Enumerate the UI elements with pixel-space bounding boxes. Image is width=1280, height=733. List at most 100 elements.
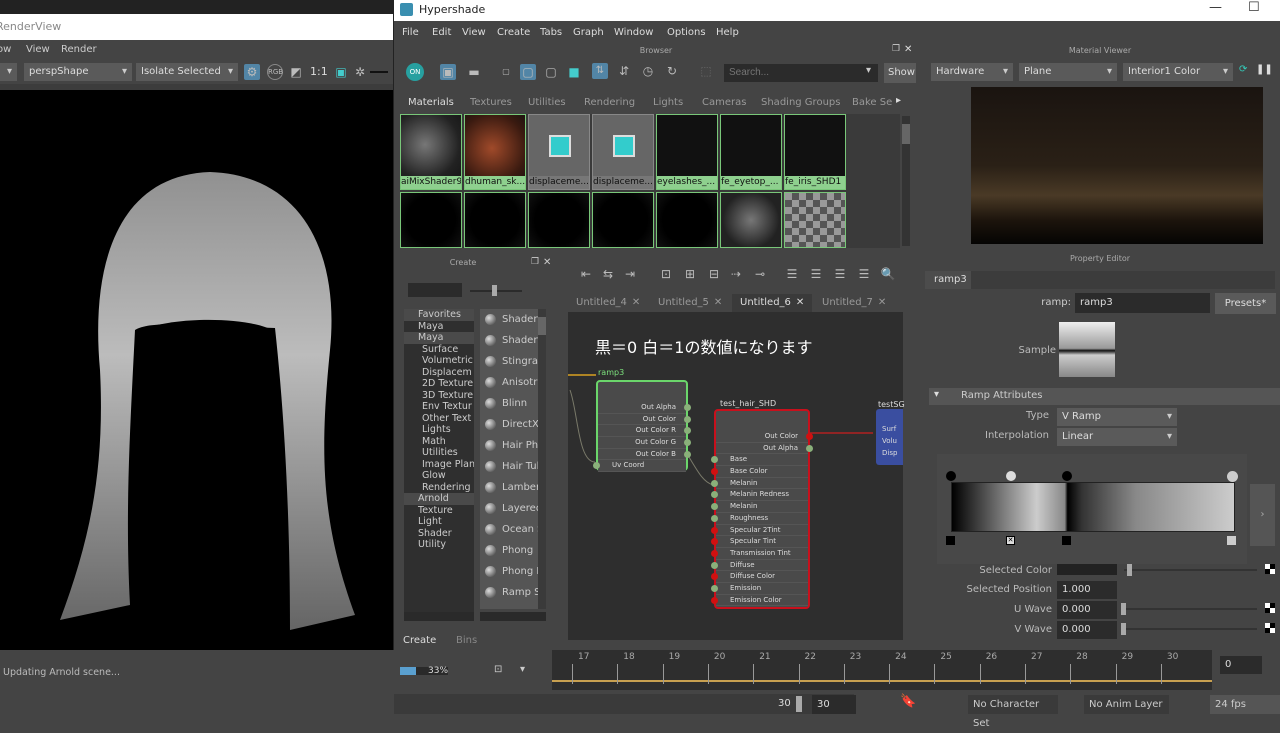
create-node-item[interactable]: Phong (480, 540, 538, 561)
hair-shader-node[interactable]: Out Color Out Alpha Base Base Color Melanin M… (711, 409, 813, 609)
ramp-editor[interactable]: ✕ (937, 454, 1247, 564)
node-port[interactable]: Out Color (598, 413, 691, 426)
refresh-icon[interactable]: ✲ (352, 64, 368, 80)
node-port[interactable]: Melanin (711, 477, 808, 490)
node-port[interactable]: Out Color B (598, 448, 691, 461)
tree-hscroll[interactable] (404, 612, 474, 621)
tab-ramp3[interactable]: ramp3 (925, 271, 971, 289)
renderer-dropdown[interactable]: Hardware (931, 63, 1013, 81)
port-connector[interactable] (684, 450, 691, 458)
tree-item-displacem[interactable]: Displacem (404, 367, 474, 379)
cancel-render-icon[interactable]: ⊡ (494, 664, 502, 675)
range-slider[interactable]: 30 (394, 694, 854, 714)
menu-view[interactable]: View (462, 27, 486, 38)
node-port[interactable]: Transmission Tint (711, 547, 808, 560)
tree-item-surface[interactable]: Surface (404, 344, 474, 356)
node-port[interactable]: Uv Coord (593, 460, 686, 473)
selected-color-swatch[interactable] (1057, 564, 1117, 575)
ramp-gradient[interactable] (951, 482, 1235, 532)
material-swatch[interactable] (784, 192, 846, 248)
tree-item-shader[interactable]: Shader (404, 528, 474, 540)
anim-layer-field[interactable]: No Anim Layer (1084, 695, 1169, 714)
tab-bake-se[interactable]: Bake Se (852, 94, 892, 112)
menu-render[interactable]: Render (61, 44, 97, 55)
tree-item-env-textur[interactable]: Env Textur (404, 401, 474, 413)
node-port[interactable]: Diffuse Color (711, 571, 808, 583)
camera-dropdown[interactable]: perspShape (24, 63, 132, 81)
close-icon[interactable]: ✕ (904, 44, 912, 55)
node-port[interactable]: Specular Tint (711, 536, 808, 548)
node-port[interactable]: Melanin Redness (711, 489, 808, 502)
tree-item-maya[interactable]: Maya (404, 321, 474, 333)
presets-button[interactable]: Presets* (1215, 293, 1276, 314)
menu-window[interactable]: ow (0, 44, 11, 55)
xlarge-icon[interactable]: ■ (566, 64, 582, 80)
menu-edit[interactable]: Edit (432, 27, 451, 38)
close-tab-icon[interactable]: ✕ (632, 297, 640, 308)
search-dropdown-icon[interactable]: ▾ (866, 65, 871, 76)
node-port[interactable]: Out Color R (598, 425, 691, 438)
ramp-delete-box[interactable] (946, 536, 955, 545)
tree-item-utility[interactable]: Utility (404, 539, 474, 551)
port-connector[interactable] (711, 561, 718, 569)
tab-create[interactable]: Create (403, 635, 436, 646)
port-connector[interactable] (711, 456, 718, 464)
port-connector[interactable] (711, 526, 718, 534)
range-handle[interactable] (796, 696, 802, 712)
menu-create[interactable]: Create (497, 27, 530, 38)
simple-mode-icon[interactable]: ☰ (784, 266, 800, 282)
tree-item-light[interactable]: Light (404, 516, 474, 528)
remove-selected-icon[interactable]: ⊟ (706, 266, 722, 282)
float-icon[interactable]: ❐ (892, 44, 900, 54)
time-slider[interactable]: 17 18 19 20 21 22 23 24 25 26 27 28 29 30 (552, 650, 1212, 690)
menu-view[interactable]: View (26, 44, 50, 55)
type-dropdown[interactable]: V Ramp (1057, 408, 1177, 426)
refresh-icon[interactable]: ⟳ (1239, 64, 1247, 75)
selected-position-field[interactable]: 1.000 (1057, 581, 1117, 599)
bookmark-icon[interactable]: 🔖 (900, 694, 916, 709)
input-connections-icon[interactable]: ⇤ (578, 266, 594, 282)
layer-dropdown[interactable] (0, 63, 17, 81)
tab-utilities[interactable]: Utilities (528, 94, 566, 112)
graph-canvas[interactable]: 黒＝0 白＝1の数値になります ramp3 Out Alpha Out Color… (568, 312, 905, 640)
layout-icon[interactable]: ⇢ (728, 266, 744, 282)
material-swatch[interactable]: fe_iris_SHD1 (784, 114, 846, 190)
tab-untitled_7[interactable]: Untitled_7 ✕ (814, 294, 894, 312)
checker-icon[interactable]: ◩ (288, 64, 304, 80)
current-frame-field[interactable]: 0 (1220, 656, 1262, 674)
shading-group-node[interactable]: Surf Volu Disp (876, 409, 903, 465)
tree-item-other-text[interactable]: Other Text (404, 413, 474, 425)
menu-tabs[interactable]: Tabs (540, 27, 562, 38)
node-port[interactable]: Out Alpha (716, 442, 813, 455)
material-swatch[interactable] (656, 192, 718, 248)
menu-options[interactable]: Options (667, 27, 706, 38)
create-node-item[interactable]: Anisotr (480, 372, 538, 393)
frame-icon[interactable]: ▣ (333, 64, 349, 80)
character-set-field[interactable]: No Character Set (968, 695, 1058, 729)
pin-icon[interactable]: ⊸ (752, 266, 768, 282)
ramp-name-field[interactable]: ramp3 (1075, 293, 1210, 313)
filter-icon[interactable]: ⬚ (698, 63, 714, 79)
expand-icon[interactable]: ▾ (520, 664, 525, 675)
material-swatch[interactable] (592, 192, 654, 248)
create-node-item[interactable]: Layered (480, 498, 538, 519)
tree-item-volumetric[interactable]: Volumetric (404, 355, 474, 367)
port-connector[interactable] (684, 439, 691, 447)
render-settings-icon[interactable]: ⚙ (244, 64, 260, 80)
tree-item-image-plan[interactable]: Image Plan (404, 459, 474, 471)
ramp-handle[interactable] (946, 471, 956, 481)
pause-icon[interactable]: ❚❚ (1256, 64, 1273, 75)
geometry-dropdown[interactable]: Plane (1019, 63, 1117, 81)
ramp-handle[interactable] (1006, 471, 1016, 481)
tab-rendering[interactable]: Rendering (584, 94, 635, 112)
create-node-item[interactable]: Ramp S (480, 582, 538, 603)
add-selected-icon[interactable]: ⊞ (682, 266, 698, 282)
node-list-scrollbar[interactable] (538, 309, 546, 609)
fps-dropdown[interactable]: 24 fps (1210, 695, 1280, 714)
map-texture-icon[interactable] (1265, 603, 1275, 613)
reverse-sort-icon[interactable]: ↻ (664, 63, 680, 79)
ramp-handle[interactable] (1062, 471, 1072, 481)
sort-time-icon[interactable]: ◷ (640, 63, 656, 79)
material-swatch[interactable]: dhuman_sk... (464, 114, 526, 190)
material-swatch[interactable] (720, 192, 782, 248)
